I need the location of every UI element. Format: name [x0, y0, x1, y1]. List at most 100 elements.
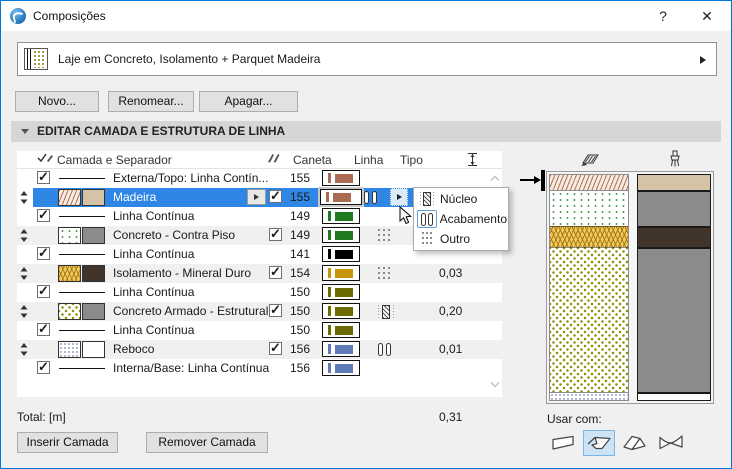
expand-arrow-icon[interactable]: [700, 56, 706, 64]
layer-surface-swatch: [82, 303, 105, 320]
help-button[interactable]: ?: [645, 1, 681, 31]
line-sample-button[interactable]: [322, 360, 360, 376]
separator-row[interactable]: Externa/Topo: Linha Contín... 155: [17, 169, 502, 188]
line-sample-button[interactable]: [322, 227, 360, 243]
layer-fill-swatch: [58, 227, 81, 244]
line-sample-button[interactable]: [322, 208, 360, 224]
thickness-value[interactable]: 0,03: [439, 264, 462, 283]
pens-icon: [266, 152, 280, 169]
separator-checkbox[interactable]: [37, 283, 50, 299]
rename-button[interactable]: Renomear...: [108, 91, 194, 112]
title-bar[interactable]: Composições ? ✕: [1, 1, 731, 31]
use-with-shell-button[interactable]: [655, 430, 687, 456]
layer-visibility-checkbox[interactable]: [269, 226, 282, 242]
type-dropdown-button[interactable]: [390, 188, 408, 206]
separator-line: [59, 216, 105, 217]
delete-button[interactable]: Apagar...: [199, 91, 298, 112]
layer-fill-swatch: [58, 189, 81, 206]
preview-fill-band: [550, 175, 628, 190]
layer-visibility-checkbox[interactable]: [269, 264, 282, 280]
pen-number[interactable]: 155: [290, 169, 310, 188]
row-label: Reboco: [113, 342, 155, 356]
line-sample-button[interactable]: [322, 303, 360, 319]
pen-number[interactable]: 149: [290, 226, 310, 245]
popup-item-outro[interactable]: Outro: [415, 229, 507, 249]
type-acabamento-icon[interactable]: [378, 342, 391, 357]
line-sample-button[interactable]: [322, 246, 360, 262]
pen-number[interactable]: 150: [290, 283, 310, 302]
scroll-down-icon[interactable]: [489, 377, 501, 388]
type-outro-icon[interactable]: [378, 228, 390, 243]
separator-line: [59, 330, 105, 331]
pen-number[interactable]: 141: [290, 245, 310, 264]
separator-checkbox[interactable]: [37, 321, 50, 337]
use-with-wall-button[interactable]: [547, 430, 579, 456]
pen-number[interactable]: 155: [290, 188, 310, 207]
layer-row[interactable]: Isolamento - Mineral Duro 154 0,03: [17, 264, 502, 283]
thickness-value[interactable]: 0,20: [439, 302, 462, 321]
preview-fill-band: [550, 392, 628, 400]
use-with-roof-button[interactable]: [619, 430, 651, 456]
close-button[interactable]: ✕: [689, 1, 725, 31]
line-sample-button[interactable]: [322, 341, 360, 357]
line-sample-button[interactable]: [322, 265, 360, 281]
type-outro-icon[interactable]: [378, 266, 390, 281]
popup-item-nucleo[interactable]: Núcleo: [415, 189, 507, 209]
pen-number[interactable]: 149: [290, 207, 310, 226]
type-acabamento-icon[interactable]: [364, 190, 377, 205]
paintbrush-icon: [669, 150, 681, 172]
pen-number[interactable]: 156: [290, 340, 310, 359]
separator-checkbox[interactable]: [37, 245, 50, 261]
insert-layer-button[interactable]: Inserir Camada: [17, 432, 118, 453]
composition-selector[interactable]: Laje em Concreto, Isolamento + Parquet M…: [17, 42, 717, 76]
pen-number[interactable]: 150: [290, 302, 310, 321]
layer-row[interactable]: Concreto Armado - Estrutural 150 0,20: [17, 302, 502, 321]
remove-layer-button[interactable]: Remover Camada: [146, 432, 268, 453]
separator-line: [59, 254, 105, 255]
composition-name: Laje em Concreto, Isolamento + Parquet M…: [58, 52, 321, 66]
section-header-edit-layers[interactable]: EDITAR CAMADA E ESTRUTURA DE LINHA: [11, 121, 721, 142]
line-sample-button[interactable]: [322, 322, 360, 338]
separator-row[interactable]: Linha Contínua 150: [17, 283, 502, 302]
core-marker-bar: [541, 170, 545, 191]
total-value: 0,31: [439, 410, 463, 424]
wall-icon: [552, 435, 574, 450]
pen-number[interactable]: 156: [290, 359, 310, 378]
line-sample-button[interactable]: [322, 170, 360, 186]
separator-checkbox[interactable]: [37, 169, 50, 185]
separator-row[interactable]: Interna/Base: Linha Contínua 156: [17, 359, 502, 378]
drag-handle-icon[interactable]: [20, 343, 28, 359]
layer-visibility-checkbox[interactable]: [269, 188, 282, 204]
separator-checkbox[interactable]: [37, 207, 50, 223]
drag-handle-icon[interactable]: [20, 191, 28, 207]
header-line: Linha: [354, 153, 384, 167]
preview-surface-band: [638, 247, 710, 392]
layer-fill-swatch: [58, 303, 81, 320]
layer-visibility-checkbox[interactable]: [269, 302, 282, 318]
drag-handle-icon[interactable]: [20, 229, 28, 245]
use-with-slab-button[interactable]: [583, 430, 615, 456]
line-sample-button[interactable]: [320, 189, 362, 205]
row-expand-arrow-button[interactable]: [247, 189, 266, 205]
preview-surface-column: [637, 174, 711, 401]
drag-handle-icon[interactable]: [20, 305, 28, 321]
layer-visibility-checkbox[interactable]: [269, 340, 282, 356]
layer-row[interactable]: Reboco 156 0,01: [17, 340, 502, 359]
preview-fill-band: [550, 247, 628, 392]
new-button[interactable]: Novo...: [15, 91, 99, 112]
pen-number[interactable]: 150: [290, 321, 310, 340]
type-nucleo-icon[interactable]: [378, 304, 394, 319]
thickness-value[interactable]: 0,01: [439, 340, 462, 359]
separator-row[interactable]: Linha Contínua 150: [17, 321, 502, 340]
row-label: Isolamento - Mineral Duro: [113, 266, 252, 280]
drag-handle-icon[interactable]: [20, 267, 28, 283]
row-label: Linha Contínua: [113, 247, 195, 261]
layer-surface-swatch: [82, 189, 105, 206]
line-sample-button[interactable]: [322, 284, 360, 300]
table-header: Camada e Separador Caneta Linha Tipo: [17, 151, 502, 169]
scroll-up-icon[interactable]: [489, 171, 501, 182]
archicad-logo-icon: [10, 8, 26, 24]
popup-item-acabamento[interactable]: Acabamento: [415, 209, 507, 229]
pen-number[interactable]: 154: [290, 264, 310, 283]
separator-checkbox[interactable]: [37, 359, 50, 375]
